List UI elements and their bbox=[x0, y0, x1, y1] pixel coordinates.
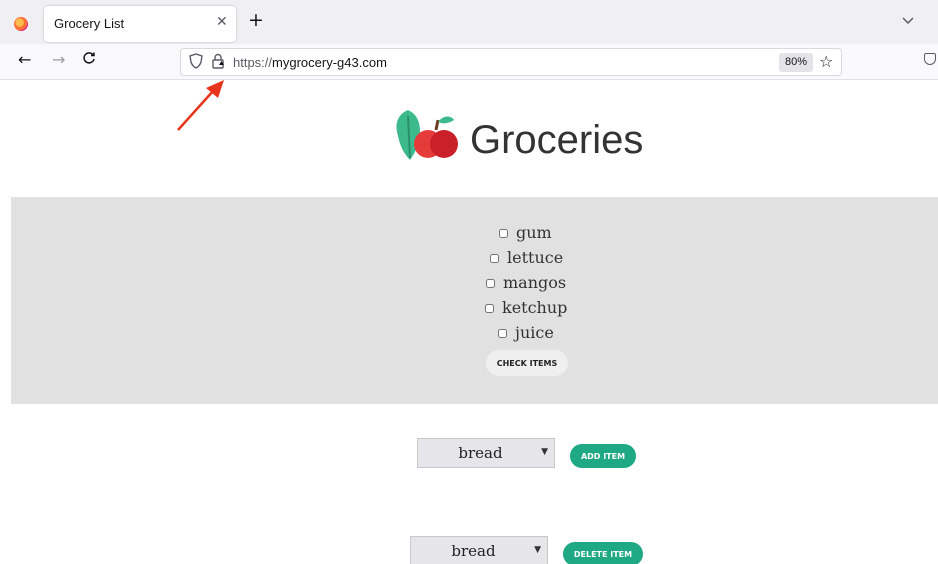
tab-grocery-list[interactable]: Grocery List ✕ bbox=[44, 6, 236, 42]
tab-bar: Grocery List ✕ + bbox=[0, 0, 938, 44]
tab-title: Grocery List bbox=[54, 16, 125, 31]
url-text: https://mygrocery-g43.com bbox=[233, 55, 387, 70]
firefox-logo-icon[interactable] bbox=[14, 17, 28, 31]
navigation-toolbar: ← → https://mygrocery-g43.com 80% ☆ bbox=[0, 44, 938, 80]
check-items-button[interactable]: CHECK ITEMS bbox=[486, 350, 568, 376]
item-label: mangos bbox=[503, 273, 567, 292]
item-label: juice bbox=[515, 323, 554, 342]
chevron-down-icon[interactable] bbox=[902, 14, 914, 28]
add-item-button[interactable]: ADD ITEM bbox=[570, 444, 636, 468]
arrow-left-icon[interactable]: ← bbox=[18, 50, 31, 70]
chevron-down-icon: ▼ bbox=[541, 447, 548, 457]
url-bar[interactable]: https://mygrocery-g43.com 80% ☆ bbox=[180, 48, 842, 76]
delete-item-button[interactable]: DELETE ITEM bbox=[563, 542, 643, 564]
star-icon[interactable]: ☆ bbox=[819, 52, 833, 71]
item-checkbox-mangos[interactable] bbox=[486, 279, 495, 288]
delete-item-select-value: bread bbox=[451, 542, 496, 560]
shield-icon[interactable] bbox=[189, 53, 203, 73]
lock-icon[interactable] bbox=[211, 53, 225, 69]
item-checkbox-gum[interactable] bbox=[499, 229, 508, 238]
item-checkbox-ketchup[interactable] bbox=[485, 304, 494, 313]
grocery-list-panel bbox=[11, 197, 938, 404]
add-item-select-value: bread bbox=[458, 444, 503, 462]
arrow-right-icon[interactable]: → bbox=[52, 50, 65, 70]
item-checkbox-juice[interactable] bbox=[498, 329, 507, 338]
add-item-select[interactable]: bread ▼ bbox=[417, 438, 555, 468]
item-label: lettuce bbox=[507, 248, 564, 267]
groceries-logo-icon bbox=[396, 110, 458, 160]
list-item-lettuce[interactable]: lettuce bbox=[490, 248, 563, 267]
item-checkbox-lettuce[interactable] bbox=[490, 254, 499, 263]
list-item-ketchup[interactable]: ketchup bbox=[485, 298, 567, 317]
item-label: ketchup bbox=[502, 298, 568, 317]
delete-item-select[interactable]: bread ▼ bbox=[410, 536, 548, 564]
item-label: gum bbox=[516, 223, 552, 242]
chevron-down-icon: ▼ bbox=[534, 545, 541, 555]
zoom-indicator[interactable]: 80% bbox=[779, 53, 814, 72]
list-item-gum[interactable]: gum bbox=[499, 223, 552, 242]
close-icon[interactable]: ✕ bbox=[216, 14, 228, 30]
list-item-mangos[interactable]: mangos bbox=[486, 273, 566, 292]
plus-icon[interactable]: + bbox=[248, 10, 264, 30]
list-item-juice[interactable]: juice bbox=[498, 323, 554, 342]
reload-icon[interactable] bbox=[82, 50, 96, 70]
pocket-icon[interactable] bbox=[924, 53, 936, 65]
red-arrow-icon bbox=[177, 80, 224, 131]
url-scheme: https:// bbox=[233, 55, 273, 70]
url-host: mygrocery-g43.com bbox=[272, 55, 387, 70]
page-title: Groceries bbox=[470, 118, 644, 162]
